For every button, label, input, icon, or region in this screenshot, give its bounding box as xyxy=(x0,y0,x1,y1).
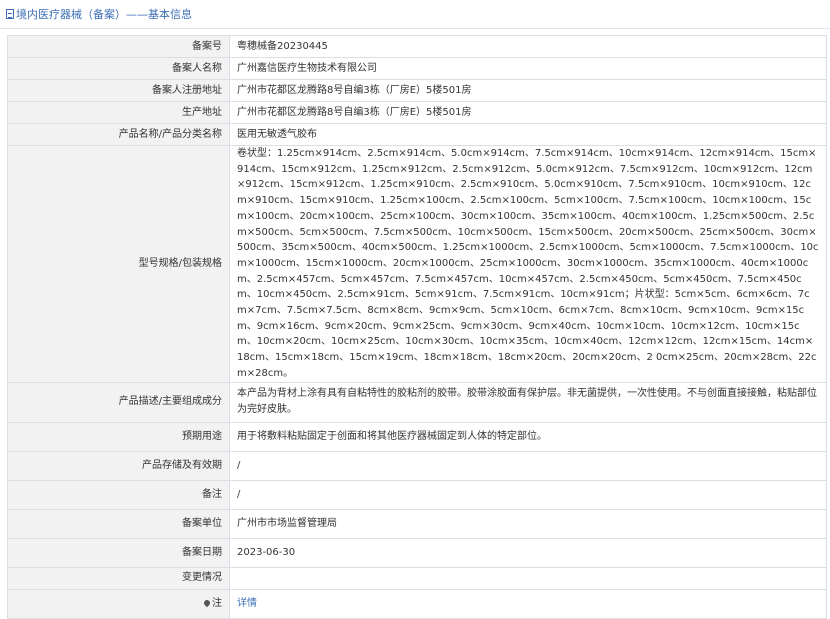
table-row: 备案人注册地址 广州市花都区龙腾路8号自编3栋（厂房E）5楼501房 xyxy=(7,79,827,102)
row-label-note: 注 xyxy=(7,588,230,619)
row-label-filing-number: 备案号 xyxy=(7,35,230,58)
table-row: 备案日期 2023-06-30 xyxy=(7,537,827,568)
row-value-filing-number: 粤穗械备20230445 xyxy=(229,35,827,58)
row-label-production-address: 生产地址 xyxy=(7,101,230,124)
table-row: 备案人名称 广州嘉信医疗生物技术有限公司 xyxy=(7,57,827,80)
row-value-registered-address: 广州市花都区龙腾路8号自编3栋（厂房E）5楼501房 xyxy=(229,79,827,102)
table-row: 注 详情 xyxy=(7,588,827,619)
row-label-changes: 变更情况 xyxy=(7,566,230,590)
table-row: 预期用途 用于将敷料粘贴固定于创面和将其他医疗器械固定到人体的特定部位。 xyxy=(7,421,827,452)
page-header: 境内医疗器械（备案）——基本信息 xyxy=(0,0,830,29)
row-label-registered-address: 备案人注册地址 xyxy=(7,79,230,102)
row-label-filer-name: 备案人名称 xyxy=(7,57,230,80)
row-value-description: 本产品为背材上涂有具有自粘特性的胶粘剂的胶带。胶带涂胶面有保护层。非无菌提供，一… xyxy=(229,381,827,423)
row-value-details: 详情 xyxy=(229,588,827,619)
table-row: 产品存储及有效期 / xyxy=(7,450,827,481)
row-label-filing-date: 备案日期 xyxy=(7,537,230,568)
row-label-intended-use: 预期用途 xyxy=(7,421,230,452)
info-table: 备案号 粤穗械备20230445 备案人名称 广州嘉信医疗生物技术有限公司 备案… xyxy=(7,35,827,619)
row-value-intended-use: 用于将敷料粘贴固定于创面和将其他医疗器械固定到人体的特定部位。 xyxy=(229,421,827,452)
page-title: 境内医疗器械（备案）——基本信息 xyxy=(16,8,192,21)
row-value-product-name: 医用无敏透气胶布 xyxy=(229,123,827,146)
row-label-model-spec: 型号规格/包装规格 xyxy=(7,145,230,383)
row-value-filing-unit: 广州市市场监督管理局 xyxy=(229,508,827,539)
row-label-storage: 产品存储及有效期 xyxy=(7,450,230,481)
document-icon xyxy=(6,9,14,19)
row-label-product-name: 产品名称/产品分类名称 xyxy=(7,123,230,146)
row-value-changes xyxy=(229,566,827,590)
row-label-remarks: 备注 xyxy=(7,479,230,510)
row-value-remarks: / xyxy=(229,479,827,510)
details-link[interactable]: 详情 xyxy=(237,598,257,609)
table-row: 备注 / xyxy=(7,479,827,510)
row-value-filer-name: 广州嘉信医疗生物技术有限公司 xyxy=(229,57,827,80)
table-row: 产品描述/主要组成成分 本产品为背材上涂有具有自粘特性的胶粘剂的胶带。胶带涂胶面… xyxy=(7,381,827,423)
table-row: 生产地址 广州市花都区龙腾路8号自编3栋（厂房E）5楼501房 xyxy=(7,101,827,124)
row-value-production-address: 广州市花都区龙腾路8号自编3栋（厂房E）5楼501房 xyxy=(229,101,827,124)
pin-icon xyxy=(202,598,212,607)
table-row: 备案单位 广州市市场监督管理局 xyxy=(7,508,827,539)
row-value-filing-date: 2023-06-30 xyxy=(229,537,827,568)
row-label-description: 产品描述/主要组成成分 xyxy=(7,381,230,423)
note-label: 注 xyxy=(212,597,222,609)
table-row: 型号规格/包装规格 卷状型：1.25cm×914cm、2.5cm×914cm、5… xyxy=(7,145,827,383)
table-row: 备案号 粤穗械备20230445 xyxy=(7,35,827,58)
row-value-storage: / xyxy=(229,450,827,481)
table-row: 产品名称/产品分类名称 医用无敏透气胶布 xyxy=(7,123,827,146)
table-row: 变更情况 xyxy=(7,566,827,590)
row-value-model-spec: 卷状型：1.25cm×914cm、2.5cm×914cm、5.0cm×914cm… xyxy=(229,145,827,383)
row-label-filing-unit: 备案单位 xyxy=(7,508,230,539)
